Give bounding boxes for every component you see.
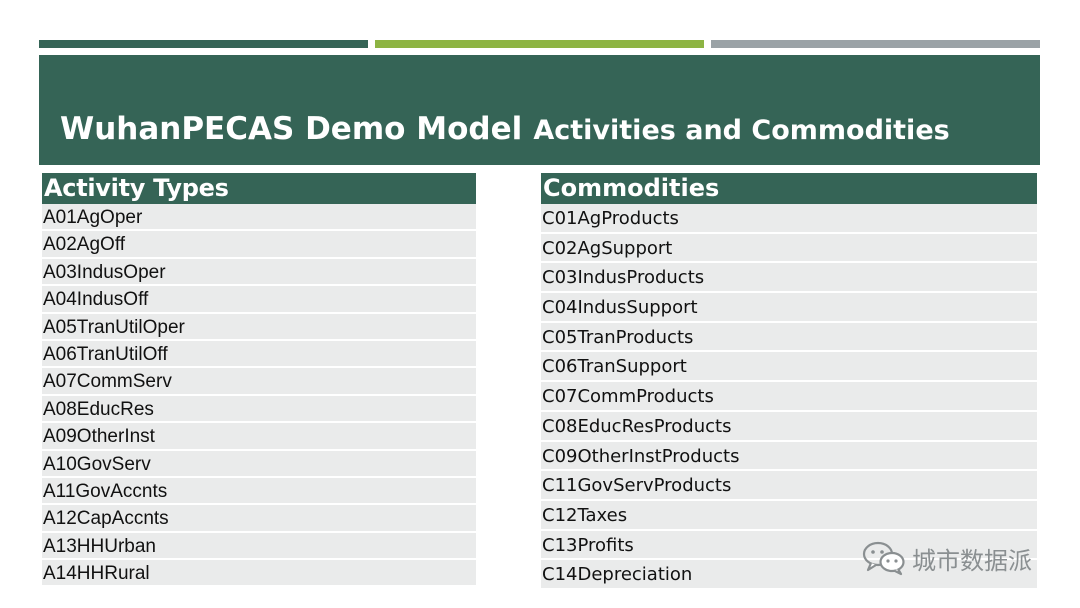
- activity-row: A01AgOper: [42, 204, 476, 232]
- activity-row: A05TranUtilOper: [42, 313, 476, 341]
- accent-bar-lime: [375, 40, 704, 48]
- slide-title-sub: Activities and Commodities: [533, 115, 950, 146]
- activity-row: A12CapAccnts: [42, 505, 476, 533]
- accent-bar-gray: [711, 40, 1040, 48]
- commodity-row: C04IndusSupport: [541, 293, 1037, 323]
- watermark: 城市数据派: [862, 540, 1032, 576]
- commodity-row: C11GovServProducts: [541, 471, 1037, 501]
- accent-bar-green: [39, 40, 368, 48]
- commodity-row: C08EducResProducts: [541, 411, 1037, 442]
- activity-types-header: Activity Types: [42, 173, 476, 204]
- activity-row: A06TranUtilOff: [42, 340, 476, 369]
- commodity-row: C07CommProducts: [541, 382, 1037, 412]
- commodity-row: C12Taxes: [541, 500, 1037, 531]
- activity-row: A04IndusOff: [42, 286, 476, 314]
- commodity-row: C06TranSupport: [541, 352, 1037, 383]
- activity-row: A09OtherInst: [42, 423, 476, 451]
- wechat-icon: [862, 540, 906, 576]
- activity-row: A02AgOff: [42, 231, 476, 259]
- commodity-row: C02AgSupport: [541, 233, 1037, 264]
- commodities-table: Commodities C01AgProducts C02AgSupport C03…: [541, 173, 1037, 590]
- commodities-rows: C01AgProducts C02AgSupport C03IndusProduct…: [541, 204, 1037, 590]
- activity-row: A14HHRural: [42, 560, 476, 588]
- commodity-row: C03IndusProducts: [541, 263, 1037, 294]
- commodity-row: C09OtherInstProducts: [541, 441, 1037, 472]
- title-band: WuhanPECAS Demo Model Activities and Com…: [39, 55, 1040, 165]
- activity-row: A10GovServ: [42, 450, 476, 478]
- activity-row: A13HHUrban: [42, 532, 476, 561]
- activity-types-rows: A01AgOper A02AgOff A03IndusOper A04IndusOff…: [42, 204, 476, 588]
- slide-title: WuhanPECAS Demo Model Activities and Com…: [60, 109, 950, 147]
- activity-row: A03IndusOper: [42, 258, 476, 287]
- activity-row: A07CommServ: [42, 368, 476, 396]
- activity-types-table: Activity Types A01AgOper A02AgOff A03Indus…: [42, 173, 476, 588]
- activity-row: A11GovAccnts: [42, 477, 476, 506]
- activity-row: A08EducRes: [42, 395, 476, 424]
- commodity-row: C05TranProducts: [541, 322, 1037, 353]
- slide-title-main: WuhanPECAS Demo Model: [60, 111, 523, 147]
- commodities-header: Commodities: [541, 173, 1037, 204]
- watermark-text: 城市数据派: [912, 546, 1032, 575]
- commodity-row: C01AgProducts: [541, 204, 1037, 234]
